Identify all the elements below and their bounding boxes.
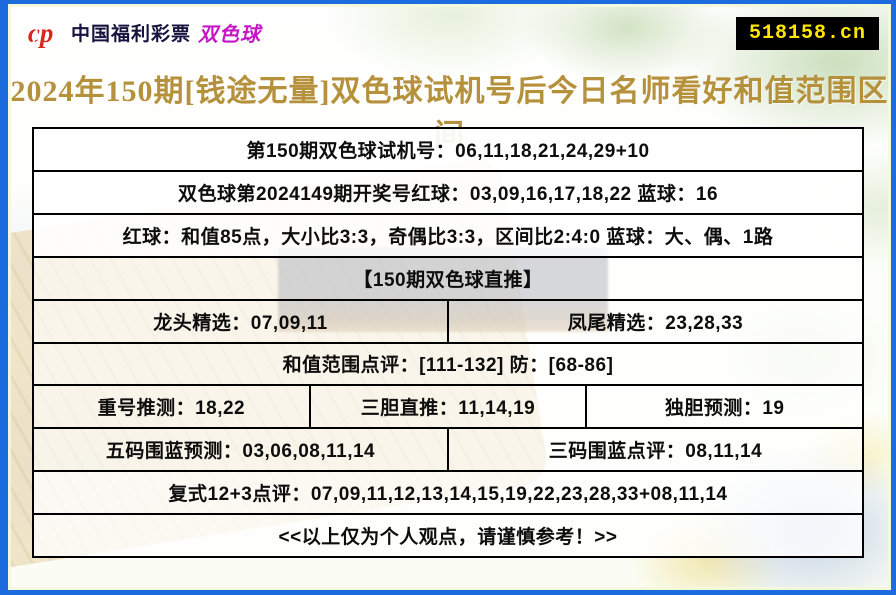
row-trial-number: 第150期双色球试机号：06,11,18,21,24,29+10 (34, 129, 862, 172)
five-blue-cell: 五码围蓝预测：03,06,08,11,14 (34, 429, 449, 471)
prediction-table: 第150期双色球试机号：06,11,18,21,24,29+10 双色球第202… (32, 127, 864, 558)
logo-text-accent: 双色球 (198, 23, 262, 46)
draw-result-text: 双色球第2024149期开奖号红球：03,09,16,17,18,22 蓝球：1… (34, 171, 862, 213)
row-sum-range: 和值范围点评：[111-132] 防：[68-86] (34, 343, 862, 387)
three-dan-cell: 三胆直推：11,14,19 (310, 386, 588, 428)
single-dan-cell: 独胆预测：19 (587, 386, 863, 428)
row-section-header: 【150期双色球直推】 (34, 257, 862, 301)
row-draw-result: 双色球第2024149期开奖号红球：03,09,16,17,18,22 蓝球：1… (34, 171, 862, 215)
red-analysis-text: 红球：和值85点，大小比3:3，奇偶比3:3，区间比2:4:0 蓝球：大、偶、1… (34, 214, 862, 256)
row-disclaimer: <<以上仅为个人观点，请谨慎参考！>> (34, 515, 862, 557)
row-head-tail: 龙头精选：07,09,11 凤尾精选：23,28,33 (34, 300, 862, 344)
row-blue-predictions: 五码围蓝预测：03,06,08,11,14 三码围蓝点评：08,11,14 (34, 429, 862, 473)
row-dan-predictions: 重号推测：18,22 三胆直推：11,14,19 独胆预测：19 (34, 386, 863, 430)
sum-range-text: 和值范围点评：[111-132] 防：[68-86] (34, 343, 862, 385)
site-logo[interactable]: cp 中国福利彩票 双色球 (26, 14, 261, 50)
page: cp 中国福利彩票 双色球 518158.cn 2024年150期[钱途无量]双… (0, 0, 896, 595)
trial-number-text: 第150期双色球试机号：06,11,18,21,24,29+10 (34, 129, 862, 170)
dragon-head-cell: 龙头精选：07,09,11 (34, 300, 449, 342)
site-domain-badge[interactable]: 518158.cn (735, 17, 879, 50)
section-header-text: 【150期双色球直推】 (34, 257, 862, 299)
repeat-number-cell: 重号推测：18,22 (34, 386, 311, 428)
cwl-logo-icon: cp (28, 17, 53, 48)
disclaimer-text: <<以上仅为个人观点，请谨慎参考！>> (34, 515, 862, 557)
compound-text: 复式12+3点评：07,09,11,12,13,14,15,19,22,23,2… (34, 472, 862, 514)
three-blue-cell: 三码围蓝点评：08,11,14 (449, 429, 862, 471)
row-red-analysis: 红球：和值85点，大小比3:3，奇偶比3:3，区间比2:4:0 蓝球：大、偶、1… (34, 214, 862, 258)
phoenix-tail-cell: 凤尾精选：23,28,33 (449, 300, 862, 342)
header: cp 中国福利彩票 双色球 518158.cn (8, 4, 891, 56)
row-compound: 复式12+3点评：07,09,11,12,13,14,15,19,22,23,2… (34, 472, 862, 516)
logo-text-main: 中国福利彩票 (71, 23, 192, 45)
